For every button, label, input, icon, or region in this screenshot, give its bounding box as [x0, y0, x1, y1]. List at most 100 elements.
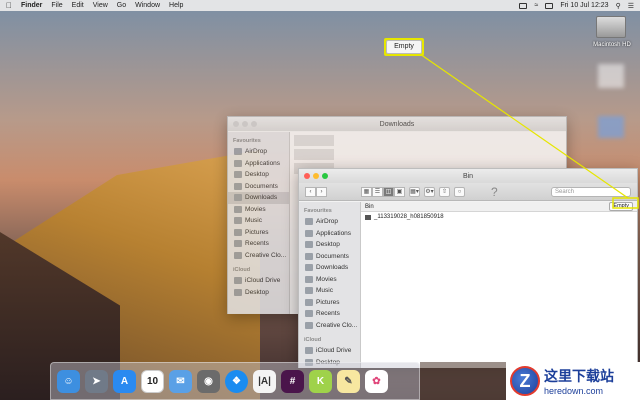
menu-view[interactable]: View [93, 2, 108, 9]
search-input[interactable]: Search [551, 186, 631, 197]
action-gear-icon[interactable]: ⚙▾ [424, 186, 435, 197]
notes-icon[interactable]: ✎ [337, 369, 360, 393]
hard-drive-icon[interactable] [596, 16, 626, 38]
list-item[interactable] [294, 135, 334, 146]
sidebar-item-downloads[interactable]: Downloads [299, 262, 360, 274]
launchpad-icon[interactable]: ➤ [85, 369, 108, 393]
music-icon [305, 287, 313, 295]
sidebar-item-airdrop[interactable]: AirDrop [228, 146, 289, 158]
sidebar-item-pictures[interactable]: Pictures [299, 297, 360, 309]
share-icon[interactable]: ⇧ [439, 186, 450, 197]
menu-bar:  Finder File Edit View Go Window Help ≈… [0, 0, 640, 11]
list-view-icon[interactable]: ☰ [372, 186, 383, 197]
sidebar-item-creative-cloud[interactable]: Creative Clo... [299, 320, 360, 332]
group-icon[interactable]: ▦▾ [409, 186, 420, 197]
forward-icon[interactable]: › [316, 186, 327, 197]
desktop-icon [234, 171, 242, 179]
watermark-logo-icon: Z [510, 366, 540, 396]
watermark-en: heredown.com [544, 386, 604, 396]
menu-file[interactable]: File [51, 2, 62, 9]
bin-title: Bin [462, 172, 474, 180]
bin-toolbar: ‹ › ▦ ☰ ◫ ▣ ▦▾ ⚙▾ ⇧ ○ ? Search [299, 183, 637, 201]
sidebar-item-movies[interactable]: Movies [228, 204, 289, 216]
back-icon[interactable]: ‹ [305, 186, 316, 197]
menu-app-name[interactable]: Finder [21, 2, 42, 9]
finder-icon[interactable]: ☺ [57, 369, 80, 393]
sidebar-item-applications[interactable]: Applications [228, 158, 289, 170]
sidebar-item-desktop[interactable]: Desktop [299, 239, 360, 251]
list-item[interactable] [294, 149, 334, 160]
blurred-desktop-icon[interactable] [598, 64, 624, 88]
help-icon[interactable]: ? [491, 185, 498, 199]
empty-bin-button[interactable]: Empty [609, 202, 633, 211]
display-icon[interactable] [519, 2, 528, 9]
applications-icon [305, 229, 313, 237]
sidebar-item-airdrop[interactable]: AirDrop [299, 216, 360, 228]
sidebar-item-movies[interactable]: Movies [299, 274, 360, 286]
pictures-icon [234, 228, 242, 236]
sidebar-item-documents[interactable]: Documents [299, 251, 360, 263]
sidebar-item-desktop[interactable]: Desktop [228, 169, 289, 181]
movies-icon [234, 205, 242, 213]
sidebar-item-icloud-drive[interactable]: iCloud Drive [228, 275, 289, 287]
sidebar-item-recents[interactable]: Recents [299, 308, 360, 320]
sidebar-item-icloud-drive[interactable]: iCloud Drive [299, 345, 360, 357]
menu-go[interactable]: Go [117, 2, 126, 9]
tag-icon[interactable]: ○ [454, 186, 465, 197]
downloads-icon [234, 194, 242, 202]
sidebar-item-pictures[interactable]: Pictures [228, 227, 289, 239]
sidebar-item-applications[interactable]: Applications [299, 228, 360, 240]
menu-clock[interactable]: Fri 10 Jul 12:23 [560, 2, 608, 9]
calendar-day: 10 [146, 375, 159, 387]
mail-icon[interactable]: ✉ [169, 369, 192, 393]
slack-icon[interactable]: # [281, 369, 304, 393]
downloads-sidebar: Favourites AirDrop Applications Desktop … [228, 132, 290, 314]
hard-drive-label: Macintosh HD [593, 42, 631, 48]
airdrop-icon [305, 218, 313, 226]
sidebar-item-creative-cloud[interactable]: Creative Clo... [228, 250, 289, 262]
recents-icon [234, 240, 242, 248]
sidebar-item-music[interactable]: Music [228, 215, 289, 227]
app-store-icon[interactable]: A [113, 369, 136, 393]
dock-trailing [420, 362, 510, 400]
apple-menu-icon[interactable]:  [6, 1, 12, 10]
icon-view-icon[interactable]: ▦ [361, 186, 372, 197]
safari-icon[interactable]: ❖ [225, 369, 248, 393]
calendar-icon[interactable]: 10 [141, 369, 164, 393]
menu-edit[interactable]: Edit [72, 2, 84, 9]
menu-list-icon[interactable]: ☰ [628, 2, 634, 10]
sidebar-heading-favourites: Favourites [233, 138, 261, 144]
battery-icon[interactable] [545, 2, 554, 9]
bin-sidebar: Favourites AirDrop Applications Desktop … [299, 202, 361, 368]
sidebar-item-downloads[interactable]: Downloads [228, 192, 289, 204]
menu-help[interactable]: Help [169, 2, 183, 9]
sidebar-item-icloud-desktop[interactable]: Desktop [228, 287, 289, 299]
desktop-icon [234, 288, 242, 296]
recents-icon [305, 310, 313, 318]
text-editor-icon[interactable]: |A| [253, 369, 276, 393]
list-item[interactable]: _113319028_h081850918 [361, 212, 637, 222]
file-name: _113319028_h081850918 [374, 214, 444, 220]
column-view-icon[interactable]: ◫ [383, 186, 394, 197]
sidebar-heading-icloud: iCloud [304, 337, 322, 343]
dock: ☺ ➤ A 10 ✉ ◉ ❖ |A| # K ✎ ✿ [50, 362, 420, 400]
gallery-view-icon[interactable]: ▣ [394, 186, 405, 197]
menu-window[interactable]: Window [135, 2, 160, 9]
sidebar-item-recents[interactable]: Recents [228, 238, 289, 250]
downloads-titlebar[interactable]: Downloads [228, 117, 566, 131]
bin-titlebar[interactable]: Bin [299, 169, 637, 183]
movies-icon [305, 275, 313, 283]
sidebar-item-documents[interactable]: Documents [228, 181, 289, 193]
file-icon [365, 214, 371, 220]
wifi-icon[interactable]: ≈ [534, 2, 538, 9]
sidebar-item-music[interactable]: Music [299, 285, 360, 297]
documents-icon [234, 182, 242, 190]
blurred-folder-icon[interactable] [598, 116, 624, 138]
airdrop-icon [234, 148, 242, 156]
search-icon[interactable]: ⚲ [616, 2, 621, 10]
bin-path-bar: Bin Empty [361, 202, 637, 212]
keynote-icon[interactable]: K [309, 369, 332, 393]
watermark: Z 这里下载站 heredown.com [506, 362, 640, 400]
photos-icon[interactable]: ✿ [365, 369, 388, 393]
preview-icon[interactable]: ◉ [197, 369, 220, 393]
